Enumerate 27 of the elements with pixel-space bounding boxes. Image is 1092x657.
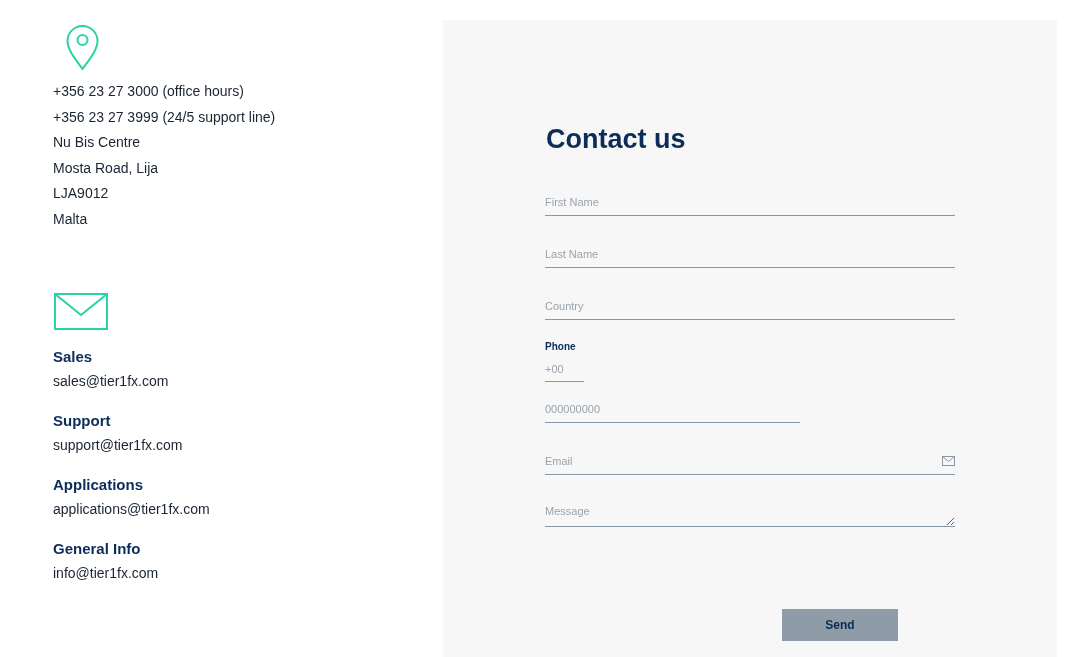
send-button[interactable]: Send <box>782 609 898 641</box>
email-link[interactable]: support@tier1fx.com <box>53 432 443 458</box>
address-line: +356 23 27 3000 (office hours) <box>53 82 245 101</box>
location-pin-icon <box>66 25 99 71</box>
country-code-field[interactable]: +00 <box>545 356 584 382</box>
email-link[interactable]: sales@tier1fx.com <box>53 368 443 394</box>
address-line: Mosta Road, Lija <box>53 158 160 178</box>
envelope-icon <box>54 292 108 330</box>
text-field[interactable]: Last Name <box>545 240 955 268</box>
envelope-icon <box>942 456 955 466</box>
email-field[interactable]: Email <box>545 447 955 475</box>
field-label: Phone <box>545 340 577 354</box>
phone-number-field[interactable]: 000000000 <box>545 395 800 423</box>
email-link[interactable]: applications@tier1fx.com <box>53 496 443 522</box>
address-line: +356 23 27 3999 (24/5 support line) <box>53 107 277 127</box>
contact-title: Support <box>53 410 112 431</box>
text-field[interactable]: Country <box>545 292 955 320</box>
contact-title: Sales <box>53 346 94 367</box>
form-title: Contact us <box>546 123 687 156</box>
text-field[interactable]: First Name <box>545 188 955 216</box>
address-line: LJA9012 <box>53 184 110 204</box>
contact-title: Applications <box>53 474 144 495</box>
email-link[interactable]: info@tier1fx.com <box>53 560 443 586</box>
contact-title: General Info <box>53 538 142 559</box>
address-line: Malta <box>53 209 89 229</box>
message-field[interactable]: Message <box>545 499 955 527</box>
address-line: Nu Bis Centre <box>53 133 142 153</box>
